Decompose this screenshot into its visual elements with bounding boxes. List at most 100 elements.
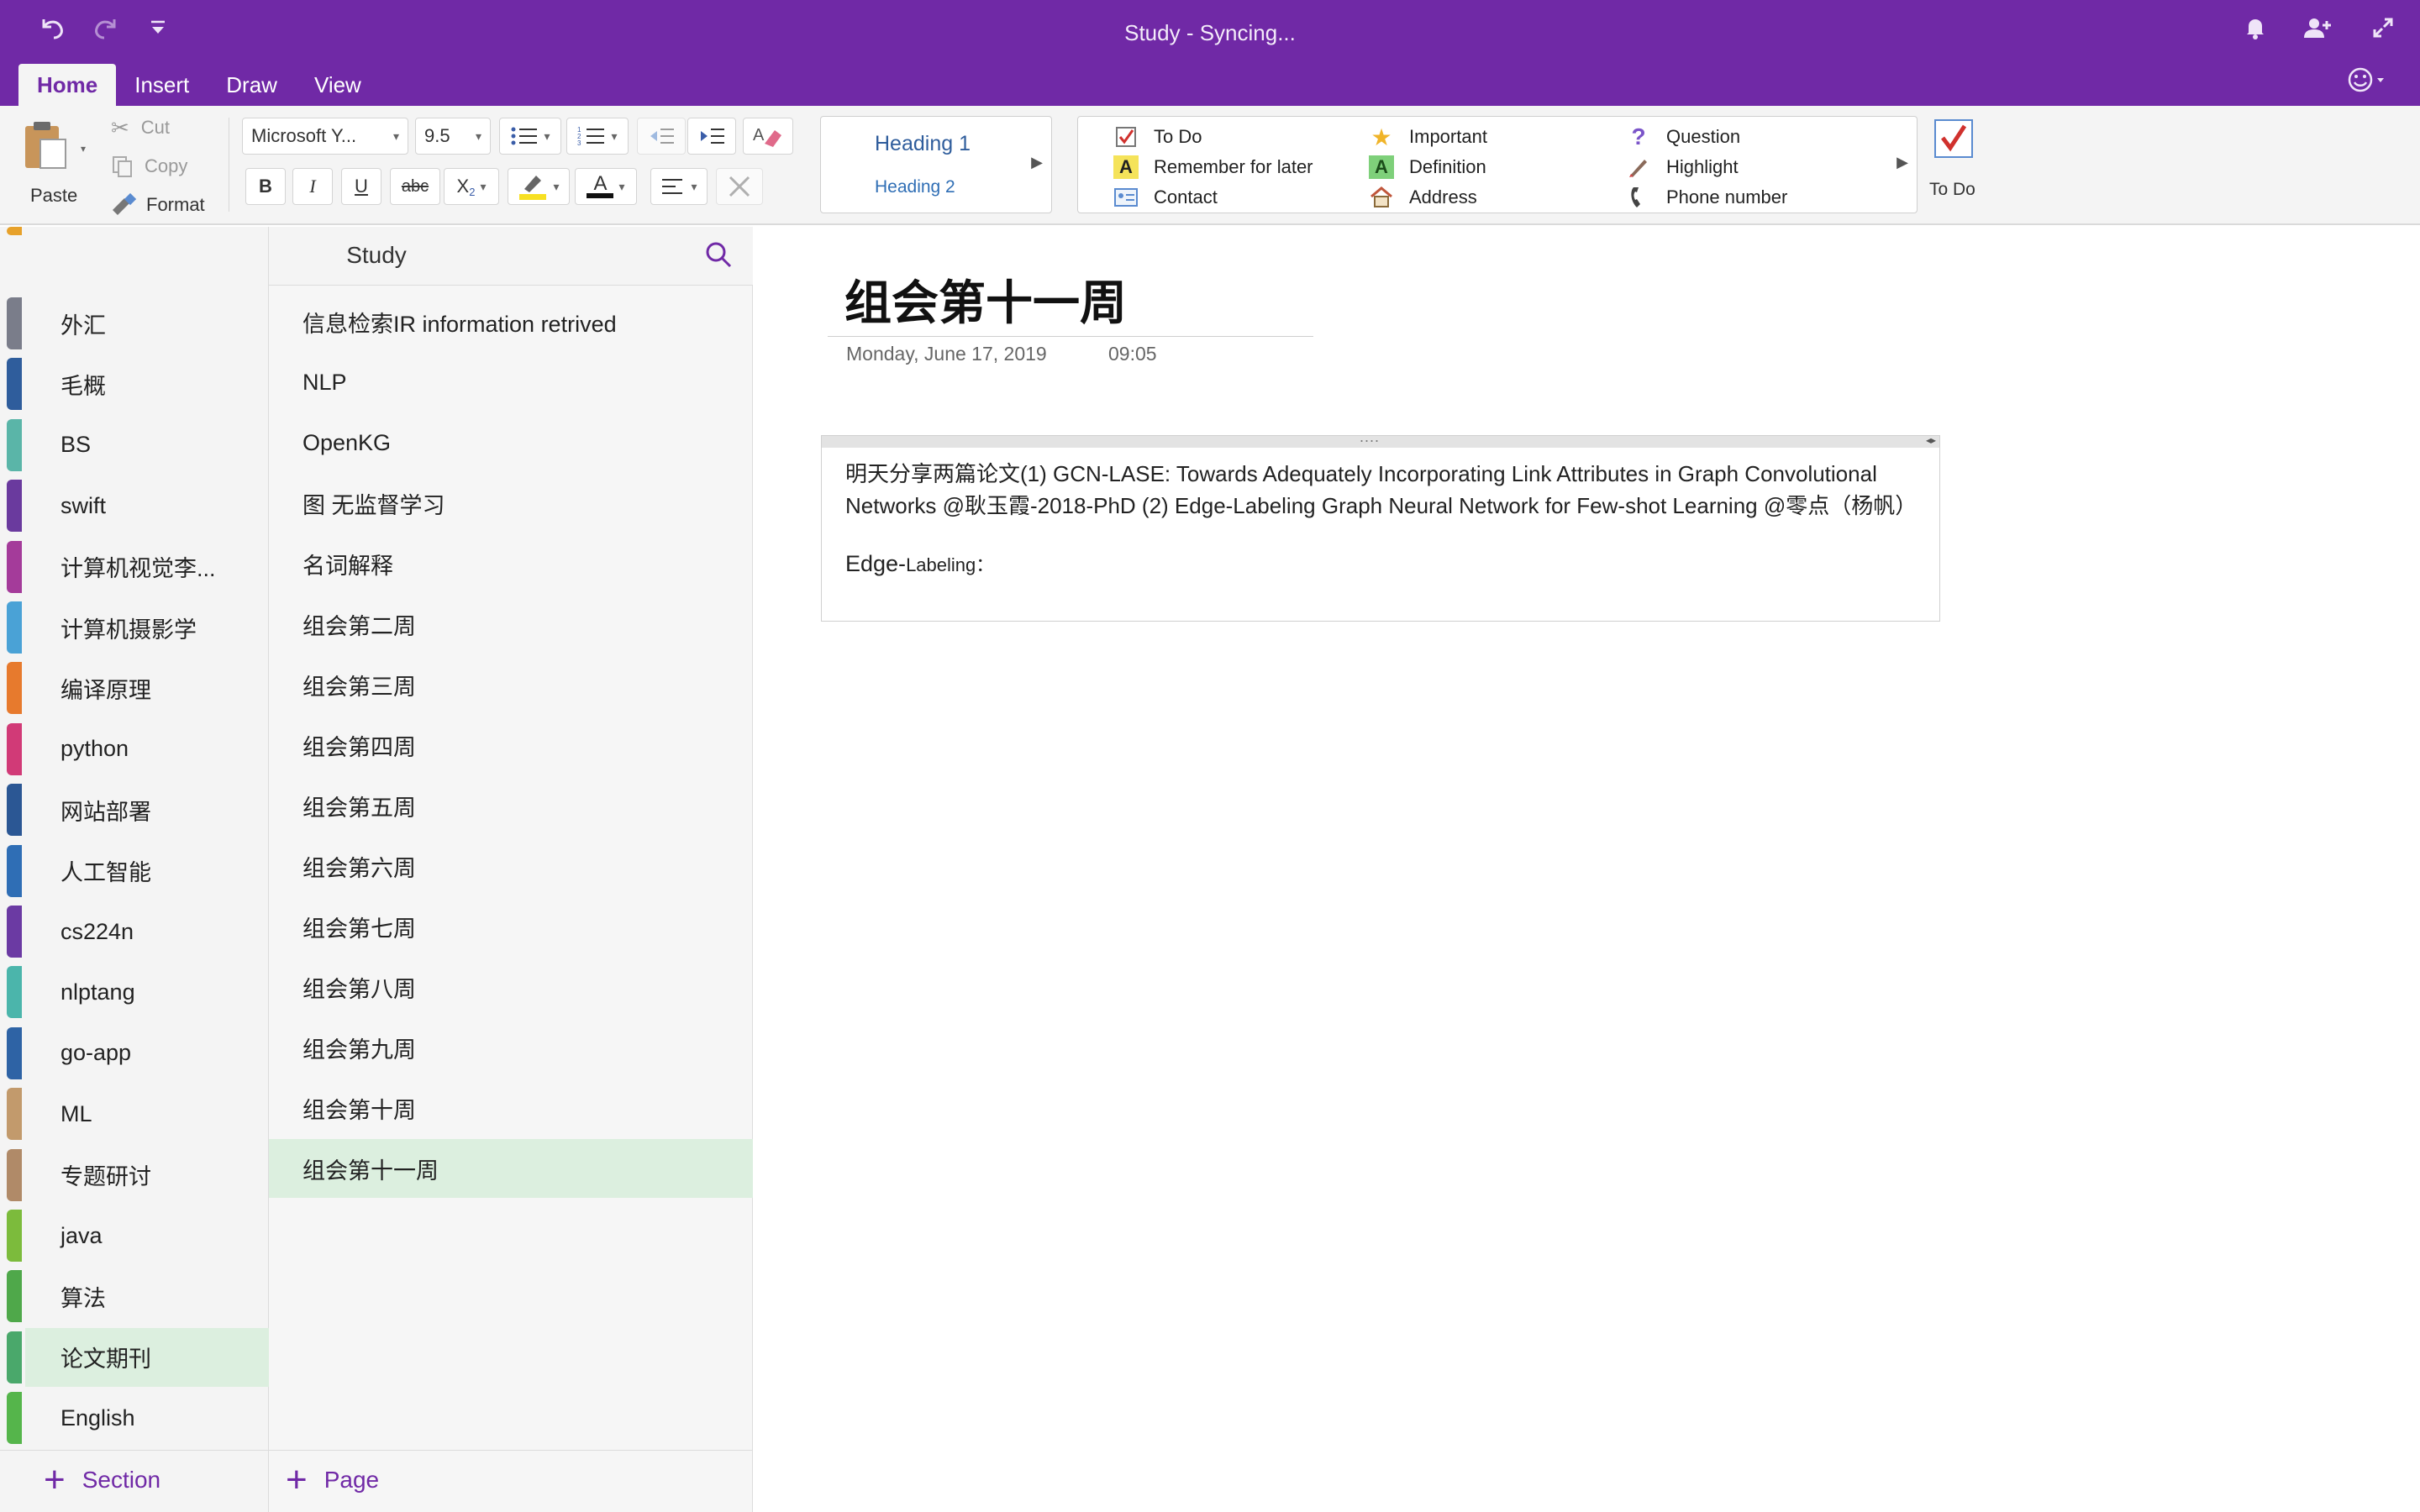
increase-indent-button[interactable]: [687, 118, 736, 155]
section-item[interactable]: java: [25, 1206, 269, 1265]
page-item[interactable]: 组会第二周: [269, 595, 753, 654]
close-icon: [729, 176, 750, 197]
font-size-dropdown[interactable]: 9.5 ▾: [415, 118, 491, 155]
page-item[interactable]: 组会第十周: [269, 1079, 753, 1137]
section-item[interactable]: swift: [25, 476, 269, 535]
section-item-label: 外汇: [60, 312, 106, 339]
page-item[interactable]: 组会第十一周: [269, 1139, 753, 1198]
section-item[interactable]: 毛概: [25, 354, 269, 413]
tab-draw[interactable]: Draw: [208, 64, 296, 106]
clear-formatting-button[interactable]: A: [743, 118, 793, 155]
note-container[interactable]: .... ◂▸ 明天分享两篇论文(1) GCN-LASE: Towards Ad…: [821, 428, 1940, 622]
add-page-button[interactable]: + Page: [286, 1451, 379, 1509]
subscript-button[interactable]: X 2 ▾: [444, 168, 499, 205]
section-color-tab: [7, 1270, 22, 1323]
section-item[interactable]: BS: [25, 416, 269, 475]
copy-button[interactable]: Copy: [111, 153, 187, 180]
bold-button[interactable]: B: [245, 168, 286, 205]
section-item[interactable]: go-app: [25, 1024, 269, 1083]
smiley-icon[interactable]: [2341, 66, 2391, 103]
page-title[interactable]: 组会第十一周: [844, 265, 1127, 333]
note-text[interactable]: 明天分享两篇论文(1) GCN-LASE: Towards Adequately…: [845, 458, 1929, 522]
section-item[interactable]: 网站部署: [25, 780, 269, 839]
highlighter-icon: [519, 176, 547, 200]
bell-icon[interactable]: [2237, 15, 2274, 49]
tab-home[interactable]: Home: [18, 64, 117, 106]
title-underline: [828, 336, 1313, 337]
page-item[interactable]: 组会第七周: [269, 897, 753, 956]
resize-arrows-icon[interactable]: ◂▸: [1926, 434, 1936, 446]
page-canvas[interactable]: 组会第十一周 Monday, June 17, 2019 09:05 .... …: [754, 227, 2420, 1512]
note-subheading-small: Labeling：: [906, 554, 995, 575]
section-item[interactable]: 算法: [25, 1267, 269, 1326]
page-item[interactable]: 组会第六周: [269, 837, 753, 895]
section-item[interactable]: English: [25, 1389, 269, 1447]
tag-highlight[interactable]: Highlight: [1626, 154, 1739, 181]
page-item-label: 组会第六周: [302, 855, 416, 881]
section-color-tab: [7, 1331, 22, 1383]
section-item[interactable]: 计算机视觉李...: [25, 538, 269, 596]
section-item[interactable]: 编译原理: [25, 659, 269, 717]
tag-question[interactable]: ? Question: [1626, 123, 1740, 150]
heading2-style[interactable]: Heading 2: [875, 177, 955, 197]
font-color-button[interactable]: A ▾: [575, 168, 637, 205]
page-item[interactable]: 组会第五周: [269, 776, 753, 835]
indent-icon: [701, 129, 724, 144]
tab-insert[interactable]: Insert: [116, 64, 208, 106]
section-color-tab: [7, 966, 22, 1019]
tag-address[interactable]: Address: [1369, 184, 1477, 211]
tag-phone-number[interactable]: Phone number: [1626, 184, 1787, 211]
section-item[interactable]: 论文期刊: [25, 1327, 269, 1387]
numbered-list-button[interactable]: 123 ▾: [566, 118, 629, 155]
format-painter-button[interactable]: Format: [111, 192, 205, 218]
tag-important[interactable]: ★ Important: [1369, 123, 1487, 150]
search-icon[interactable]: [704, 240, 733, 273]
tag-definition[interactable]: A Definition: [1369, 154, 1486, 181]
section-item[interactable]: 外汇: [25, 294, 269, 353]
add-page-label: Page: [324, 1467, 380, 1493]
tag-todo[interactable]: To Do: [1113, 123, 1202, 150]
styles-more-icon[interactable]: ▶: [1031, 154, 1043, 171]
section-item[interactable]: 人工智能: [25, 842, 269, 900]
note-drag-handle[interactable]: .... ◂▸: [822, 428, 1939, 448]
note-subheading[interactable]: Edge-Labeling：: [845, 550, 994, 577]
font-family-dropdown[interactable]: Microsoft Y... ▾: [242, 118, 408, 155]
tag-remember-for-later[interactable]: A Remember for later: [1113, 154, 1313, 181]
bullet-list-button[interactable]: ▾: [499, 118, 561, 155]
paste-button[interactable]: ▾ Paste: [17, 116, 92, 213]
heading1-style[interactable]: Heading 1: [875, 132, 971, 156]
decrease-indent-button[interactable]: [637, 118, 686, 155]
section-item[interactable]: python: [25, 720, 269, 779]
section-item[interactable]: nlptang: [25, 963, 269, 1021]
delete-button[interactable]: [716, 168, 763, 205]
section-item[interactable]: ML: [25, 1084, 269, 1143]
section-item[interactable]: cs224n: [25, 902, 269, 961]
add-person-icon[interactable]: [2299, 15, 2336, 49]
todo-tag-button[interactable]: To Do: [1928, 118, 1981, 210]
tag-label: Definition: [1409, 156, 1486, 177]
strikethrough-button[interactable]: abc: [390, 168, 440, 205]
page-item[interactable]: 图 无监督学习: [269, 474, 753, 533]
italic-button[interactable]: I: [292, 168, 333, 205]
expand-icon[interactable]: [2365, 15, 2402, 49]
tag-contact[interactable]: Contact: [1113, 184, 1218, 211]
page-item[interactable]: 信息检索IR information retrived: [269, 292, 753, 351]
underline-button[interactable]: U: [341, 168, 381, 205]
page-item[interactable]: 组会第八周: [269, 958, 753, 1016]
section-item[interactable]: 计算机摄影学: [25, 598, 269, 657]
page-item[interactable]: 组会第四周: [269, 716, 753, 774]
section-item[interactable]: 专题研讨: [25, 1146, 269, 1205]
page-item-label: 信息检索IR information retrived: [302, 311, 617, 337]
cut-button[interactable]: ✂ Cut: [111, 114, 170, 141]
page-item[interactable]: NLP: [269, 353, 753, 412]
tab-view[interactable]: View: [296, 64, 380, 106]
section-list: 外汇毛概 BS swift 计算机视觉李... 计算机摄影学 编译原理 python 网站部署…: [0, 227, 269, 1512]
page-item[interactable]: 组会第九周: [269, 1018, 753, 1077]
page-item[interactable]: 组会第三周: [269, 655, 753, 714]
page-item[interactable]: 名词解释: [269, 534, 753, 593]
highlight-color-button[interactable]: ▾: [508, 168, 570, 205]
page-item[interactable]: OpenKG: [269, 413, 753, 472]
align-button[interactable]: ▾: [650, 168, 708, 205]
add-section-button[interactable]: + Section: [44, 1451, 160, 1509]
tags-more-icon[interactable]: ▶: [1897, 154, 1908, 171]
